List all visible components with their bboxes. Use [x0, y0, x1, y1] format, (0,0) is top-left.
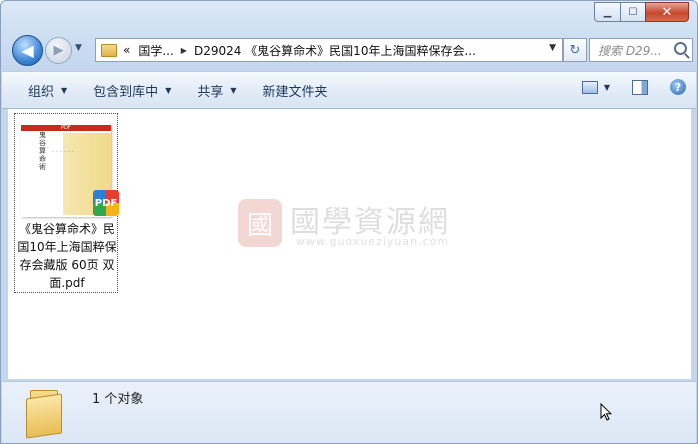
search-input[interactable]: 搜索 D29... [589, 38, 693, 62]
search-icon[interactable] [674, 42, 687, 55]
toolbar-right: ▼ ? [581, 79, 686, 95]
thumbnail-pdf-label: PDF [61, 125, 71, 131]
item-count: 1 个对象 [92, 392, 144, 407]
command-bar: 组织 ▼ 包含到库中 ▼ 共享 ▼ 新建文件夹 ▼ ? [2, 71, 696, 109]
include-in-library-menu[interactable]: 包含到库中 ▼ [93, 81, 171, 100]
folder-icon [26, 388, 62, 439]
chevron-down-icon: ▼ [230, 85, 237, 95]
new-folder-label: 新建文件夹 [262, 84, 328, 100]
preview-pane-icon[interactable] [632, 79, 648, 95]
file-list-area[interactable]: PDF 鬼谷算命術 ・・・・・・ PDF 《鬼谷算命术》民国10年上海国粹保存会… [8, 109, 691, 379]
chevron-down-icon: ▼ [165, 85, 172, 95]
mouse-cursor-icon [600, 403, 612, 421]
breadcrumb-overflow[interactable]: « [123, 43, 130, 57]
share-label: 共享 [197, 84, 224, 100]
breadcrumb-item-current[interactable]: D29024 《鬼谷算命术》民国10年上海国粹保存会... [194, 42, 476, 59]
include-in-library-label: 包含到库中 [93, 84, 159, 100]
organize-menu[interactable]: 组织 ▼ [28, 81, 67, 100]
explorer-window: ▁ ☐ ✕ ◀ ▶ ▼ « 国学... ▶ D29024 《鬼谷算命术》民国10… [0, 0, 698, 444]
watermark: 國 國學資源網 www.guoxueziyuan.com [238, 199, 478, 259]
file-name-label: 《鬼谷算命术》民国10年上海国粹保存会藏版 60页 双面.pdf [17, 222, 117, 290]
forward-button[interactable]: ▶ [45, 37, 72, 64]
thumbnail-title: 鬼谷算命術 [39, 131, 46, 171]
back-button[interactable]: ◀ [12, 35, 43, 66]
minimize-button[interactable]: ▁ [594, 2, 620, 22]
address-dropdown-icon[interactable]: ▼ [549, 43, 556, 53]
thumbnail-subtitle-decoration: ・・・・・・ [51, 149, 75, 154]
watermark-seal-icon: 國 [238, 199, 282, 247]
folder-icon [101, 43, 117, 57]
watermark-url: www.guoxueziyuan.com [296, 235, 450, 248]
help-icon[interactable]: ? [670, 79, 686, 95]
breadcrumb-item[interactable]: 国学... [138, 42, 173, 59]
navigation-bar: ◀ ▶ ▼ « 国学... ▶ D29024 《鬼谷算命术》民国10年上海国粹保… [9, 32, 693, 66]
organize-label: 组织 [28, 84, 55, 100]
change-view-icon[interactable] [581, 80, 598, 94]
share-menu[interactable]: 共享 ▼ [197, 81, 236, 100]
details-pane: 1 个对象 [2, 381, 696, 443]
close-button[interactable]: ✕ [645, 2, 689, 22]
pdf-icon: PDF [93, 190, 119, 216]
refresh-button[interactable]: ↻ [563, 38, 587, 62]
caption-buttons: ▁ ☐ ✕ [594, 2, 689, 22]
address-bar[interactable]: « 国学... ▶ D29024 《鬼谷算命术》民国10年上海国粹保存会... … [95, 38, 563, 62]
maximize-button[interactable]: ☐ [620, 2, 645, 22]
breadcrumb-separator-icon[interactable]: ▶ [181, 46, 187, 55]
view-options-dropdown-icon[interactable]: ▼ [604, 83, 610, 92]
new-folder-button[interactable]: 新建文件夹 [263, 81, 328, 100]
recent-pages-dropdown[interactable]: ▼ [75, 43, 82, 53]
file-item[interactable]: PDF 鬼谷算命術 ・・・・・・ PDF 《鬼谷算命术》民国10年上海国粹保存会… [14, 113, 119, 293]
chevron-down-icon: ▼ [61, 85, 68, 95]
search-placeholder: 搜索 D29... [598, 43, 662, 58]
